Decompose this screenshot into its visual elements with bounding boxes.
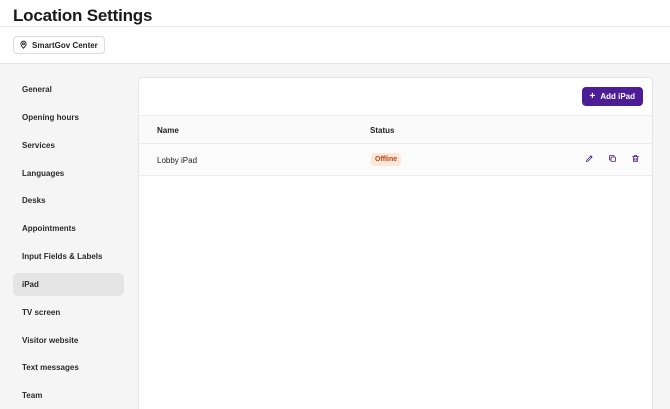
sidebar-item-ipad[interactable]: iPad	[13, 272, 124, 296]
row-actions	[585, 154, 640, 163]
sidebar-item-team[interactable]: Team	[13, 384, 124, 407]
panel-header: + Add iPad	[139, 78, 652, 116]
location-name: SmartGov Center	[32, 40, 98, 50]
location-bar: SmartGov Center	[0, 27, 670, 64]
page-title: Location Settings	[13, 6, 153, 25]
sidebar-item-visitor-website[interactable]: Visitor website	[13, 329, 124, 352]
add-ipad-label: Add iPad	[600, 92, 635, 101]
sidebar-item-appointments[interactable]: Appointments	[13, 217, 124, 240]
top-bar: Location Settings	[0, 0, 670, 27]
sidebar-item-input-fields-labels[interactable]: Input Fields & Labels	[13, 245, 124, 268]
sidebar-item-opening-hours[interactable]: Opening hours	[13, 106, 124, 129]
ipad-panel: + Add iPad Name Status Lobby iPad Offlin…	[138, 77, 653, 409]
sidebar-item-desks[interactable]: Desks	[13, 189, 124, 212]
add-ipad-button[interactable]: + Add iPad	[582, 87, 643, 106]
sidebar-item-general[interactable]: General	[13, 78, 124, 101]
plus-icon: +	[589, 90, 596, 102]
edit-icon[interactable]	[585, 154, 594, 163]
sidebar-item-services[interactable]: Services	[13, 134, 124, 157]
sidebar-item-tv-screen[interactable]: TV screen	[13, 301, 124, 324]
table-header: Name Status	[139, 116, 652, 144]
sidebar-item-text-messages[interactable]: Text messages	[13, 356, 124, 379]
sidebar-item-languages[interactable]: Languages	[13, 162, 124, 185]
status-badge: Offline	[371, 153, 402, 166]
table-row: Lobby iPad Offline	[139, 144, 652, 176]
map-pin-icon	[19, 40, 28, 51]
ipad-name: Lobby iPad	[157, 156, 198, 165]
duplicate-icon[interactable]	[608, 154, 617, 163]
trash-icon[interactable]	[631, 154, 640, 163]
settings-sidebar: General Opening hours Services Languages…	[13, 78, 124, 409]
location-selector[interactable]: SmartGov Center	[13, 36, 105, 54]
column-header-name: Name	[157, 126, 179, 135]
column-header-status: Status	[370, 126, 395, 135]
